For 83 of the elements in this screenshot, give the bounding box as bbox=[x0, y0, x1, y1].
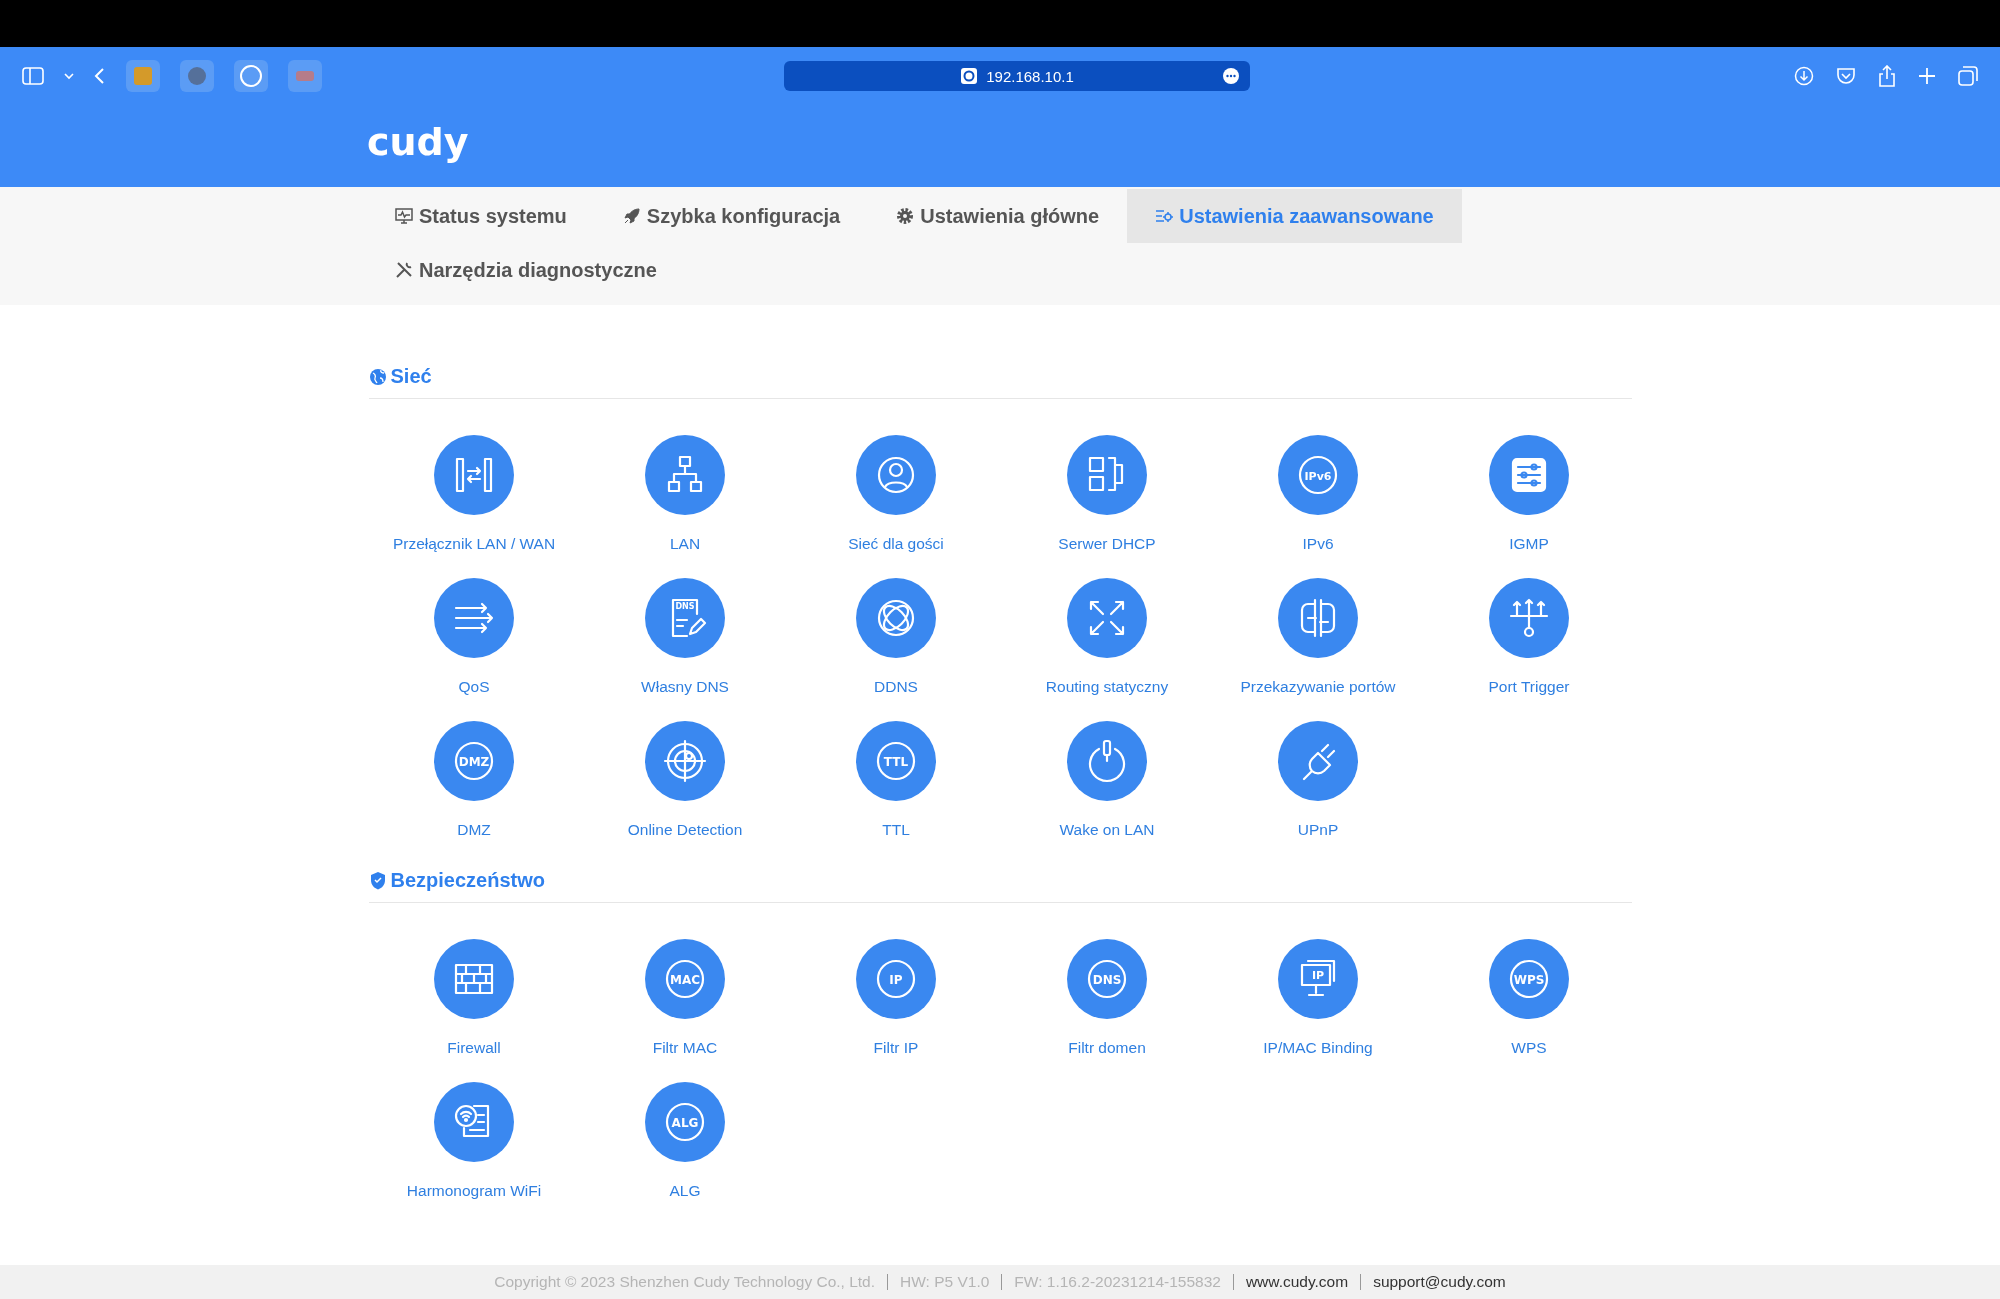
sliders-icon bbox=[1489, 435, 1569, 515]
feature-link[interactable]: Wake on LAN bbox=[1059, 721, 1155, 839]
copyright-text: Copyright © 2023 Shenzhen Cudy Technology Co., Ltd. bbox=[494, 1273, 876, 1291]
switch-arrows-icon bbox=[434, 435, 514, 515]
feature-link[interactable]: Port Trigger bbox=[1488, 578, 1570, 696]
sliders-icon bbox=[1155, 207, 1174, 225]
network-tree-icon bbox=[645, 435, 725, 515]
chevron-down-icon[interactable] bbox=[64, 72, 74, 80]
feature-link[interactable]: IP Filtr IP bbox=[856, 939, 936, 1057]
feature-link[interactable]: Serwer DHCP bbox=[1058, 435, 1156, 553]
nav-tab[interactable]: Status systemu bbox=[367, 189, 595, 243]
tools-icon bbox=[395, 261, 413, 279]
text-ring-icon: IP bbox=[856, 939, 936, 1019]
monitor-icon: IP bbox=[1278, 939, 1358, 1019]
tab-favicon[interactable] bbox=[180, 60, 214, 92]
text-ring-icon: TTL bbox=[856, 721, 936, 801]
user-icon bbox=[856, 435, 936, 515]
pocket-icon[interactable] bbox=[1836, 67, 1856, 85]
brick-wall-icon bbox=[434, 939, 514, 1019]
nav-tab[interactable]: Szybka konfiguracja bbox=[594, 189, 869, 243]
feature-link[interactable]: DNS Własny DNS bbox=[641, 578, 729, 696]
text-ring-icon: MAC bbox=[645, 939, 725, 1019]
feature-link[interactable]: Sieć dla gości bbox=[848, 435, 944, 553]
plus-icon[interactable] bbox=[1918, 67, 1936, 85]
feature-link[interactable]: Routing statyczny bbox=[1045, 578, 1169, 696]
text-ring-icon: DNS bbox=[1067, 939, 1147, 1019]
address-bar[interactable]: 192.168.10.1 bbox=[784, 61, 1250, 91]
sidebar-icon[interactable] bbox=[22, 67, 44, 85]
nav-tab[interactable]: Ustawienia zaawansowane bbox=[1127, 189, 1462, 243]
feature-link[interactable]: UPnP bbox=[1278, 721, 1358, 839]
document-pencil-icon: DNS bbox=[645, 578, 725, 658]
download-icon[interactable] bbox=[1794, 66, 1814, 86]
power-icon bbox=[1067, 721, 1147, 801]
tab-favicon[interactable] bbox=[234, 60, 268, 92]
nav-tab[interactable]: Narzędzia diagnostyczne bbox=[367, 243, 685, 297]
nav-tab[interactable]: Ustawienia główne bbox=[868, 189, 1128, 243]
port-arrows-icon bbox=[1278, 578, 1358, 658]
feature-link[interactable]: LAN bbox=[645, 435, 725, 553]
section-title: Sieć bbox=[390, 365, 432, 388]
shield-icon bbox=[368, 871, 387, 890]
rocket-icon bbox=[622, 207, 641, 225]
trigger-arrows-icon bbox=[1489, 578, 1569, 658]
monitor-icon bbox=[395, 207, 413, 225]
arrows-icon bbox=[434, 578, 514, 658]
feature-link[interactable]: DNS Filtr domen bbox=[1067, 939, 1147, 1057]
feature-link[interactable]: DDNS bbox=[856, 578, 936, 696]
expand-arrows-icon bbox=[1067, 578, 1147, 658]
firmware-version: FW: 1.16.2-20231214-155832 bbox=[1014, 1273, 1221, 1291]
feature-link[interactable]: IGMP bbox=[1489, 435, 1569, 553]
feature-link[interactable]: QoS bbox=[434, 578, 514, 696]
settings-icon bbox=[896, 207, 915, 225]
feature-link[interactable]: MAC Filtr MAC bbox=[645, 939, 725, 1057]
feature-link[interactable]: Firewall bbox=[434, 939, 514, 1057]
hardware-version: HW: P5 V1.0 bbox=[900, 1273, 990, 1291]
section-title: Bezpieczeństwo bbox=[390, 869, 545, 892]
feature-link[interactable]: Przełącznik LAN / WAN bbox=[392, 435, 556, 553]
feature-link[interactable]: Online Detection bbox=[627, 721, 743, 839]
site-icon bbox=[960, 67, 979, 85]
crosshair-icon bbox=[645, 721, 725, 801]
text-ring-icon: WPS bbox=[1489, 939, 1569, 1019]
globe-icon bbox=[856, 578, 936, 658]
globe-icon bbox=[368, 367, 387, 386]
more-icon[interactable] bbox=[1222, 67, 1240, 85]
share-icon[interactable] bbox=[1878, 65, 1896, 87]
support-email-link[interactable]: support@cudy.com bbox=[1373, 1273, 1506, 1291]
text-ring-icon: IPv6 bbox=[1278, 435, 1358, 515]
feature-link[interactable]: Przekazywanie portów bbox=[1240, 578, 1396, 696]
text-ring-icon: DMZ bbox=[434, 721, 514, 801]
feature-link[interactable]: ALG ALG bbox=[645, 1082, 725, 1200]
feature-link[interactable]: IP IP/MAC Binding bbox=[1263, 939, 1373, 1057]
wifi-document-icon bbox=[434, 1082, 514, 1162]
server-blocks-icon bbox=[1067, 435, 1147, 515]
logo: cudy bbox=[367, 120, 469, 164]
plug-icon bbox=[1278, 721, 1358, 801]
back-icon[interactable] bbox=[94, 67, 106, 85]
feature-link[interactable]: Harmonogram WiFi bbox=[406, 1082, 542, 1200]
feature-link[interactable]: DMZ DMZ bbox=[434, 721, 514, 839]
feature-link[interactable]: WPS WPS bbox=[1489, 939, 1569, 1057]
website-link[interactable]: www.cudy.com bbox=[1245, 1273, 1349, 1291]
feature-link[interactable]: IPv6 IPv6 bbox=[1278, 435, 1358, 553]
text-ring-icon: ALG bbox=[645, 1082, 725, 1162]
tabs-icon[interactable] bbox=[1958, 66, 1978, 86]
feature-link[interactable]: TTL TTL bbox=[856, 721, 936, 839]
